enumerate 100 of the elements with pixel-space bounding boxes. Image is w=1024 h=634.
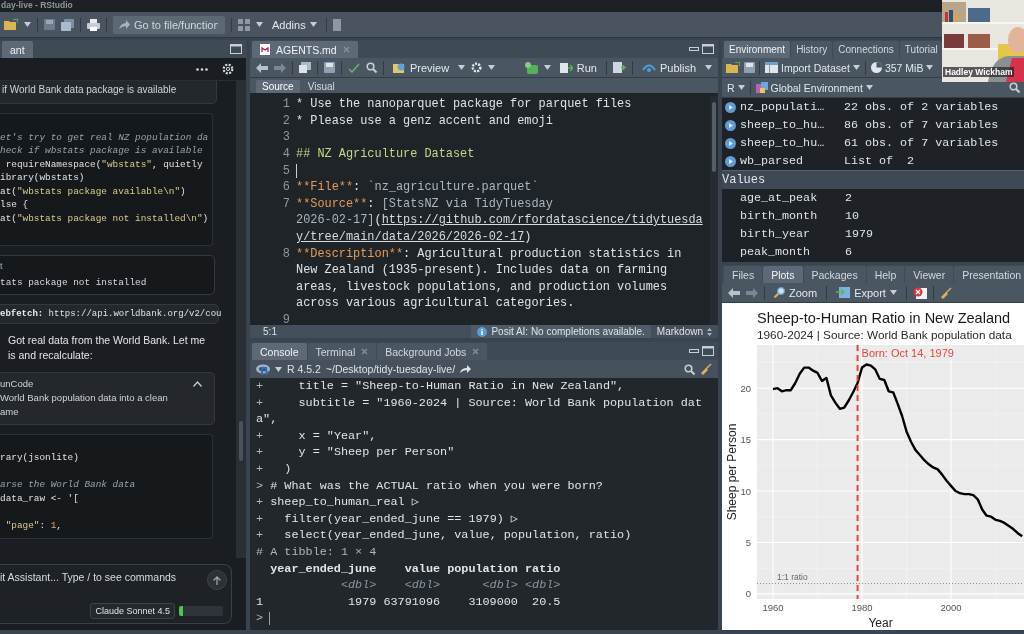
- import-dataset-button[interactable]: Import Dataset: [764, 60, 861, 75]
- panel-icon[interactable]: [332, 18, 341, 31]
- save-icon[interactable]: [324, 62, 335, 73]
- tab[interactable]: Files: [724, 266, 763, 283]
- addins-button[interactable]: Addins: [269, 17, 320, 32]
- scrollbar[interactable]: [236, 81, 246, 558]
- expand-circle-icon[interactable]: [725, 155, 736, 167]
- close-icon[interactable]: [472, 348, 480, 355]
- memory-usage-button[interactable]: 357 MiB: [869, 60, 935, 75]
- maximize-icon[interactable]: [702, 44, 714, 54]
- save-all-icon[interactable]: [61, 18, 74, 31]
- tab[interactable]: Help: [866, 266, 905, 283]
- console-line: a",: [256, 411, 279, 428]
- section-header: Values: [722, 173, 766, 187]
- tab[interactable]: Console: [252, 343, 307, 360]
- show-in-window-icon[interactable]: [299, 62, 311, 73]
- gear-icon[interactable]: [471, 62, 483, 73]
- mode-tab[interactable]: Source: [256, 80, 300, 93]
- go-to-file-field[interactable]: Go to file/function: [113, 15, 225, 34]
- r-logo-icon[interactable]: [256, 363, 270, 375]
- scrollbar[interactable]: [710, 96, 718, 325]
- go-to-directory-icon[interactable]: [460, 365, 472, 373]
- tab[interactable]: Presentation: [954, 266, 1024, 283]
- tab[interactable]: Background Jobs: [377, 343, 488, 360]
- tab[interactable]: Viewer: [905, 266, 954, 283]
- chat-input[interactable]: it Assistant... Type / to see commands Claude Sonnet 4.5: [0, 564, 232, 624]
- environment-dropdown[interactable]: Global Environment: [754, 80, 874, 95]
- table-icon: [765, 62, 778, 73]
- caret-icon[interactable]: [275, 366, 282, 372]
- maximize-icon[interactable]: [702, 346, 714, 356]
- code-line: heck if wbstats package is available: [0, 144, 204, 158]
- delete-plot-icon[interactable]: [912, 286, 927, 299]
- language-selector[interactable]: Markdown: [650, 326, 718, 337]
- line-number: 3: [282, 130, 290, 145]
- insert-chunk-icon[interactable]: [524, 61, 538, 74]
- settings-icon[interactable]: [222, 63, 234, 75]
- expand-circle-icon[interactable]: [725, 119, 736, 131]
- open-folder-icon[interactable]: [4, 19, 18, 30]
- tool-card[interactable]: unCode World Bank population data into a clean ame: [0, 371, 215, 425]
- variable-name[interactable]: sheep_to_hu…: [740, 136, 840, 150]
- minimize-icon[interactable]: [689, 349, 699, 353]
- caret-icon[interactable]: [889, 290, 897, 295]
- caret-icon[interactable]: [705, 65, 712, 70]
- maximize-icon[interactable]: [230, 44, 242, 54]
- mode-tab[interactable]: Visual: [301, 80, 341, 93]
- tab[interactable]: Tutorial: [899, 41, 943, 58]
- print-icon[interactable]: [87, 18, 100, 31]
- minimize-icon[interactable]: [689, 47, 699, 51]
- back-arrow-icon[interactable]: [256, 62, 268, 73]
- run-button[interactable]: Run: [556, 60, 600, 75]
- caret-up-icon[interactable]: [193, 380, 202, 387]
- language-dropdown[interactable]: R: [726, 80, 746, 95]
- search-icon[interactable]: [366, 62, 377, 73]
- caret-icon[interactable]: [852, 65, 860, 70]
- variable-value: 6: [845, 245, 852, 259]
- expand-circle-icon[interactable]: [725, 137, 736, 149]
- save-icon[interactable]: [744, 62, 755, 73]
- tab[interactable]: Connections: [833, 41, 899, 58]
- caret-icon[interactable]: [256, 22, 263, 27]
- export-button[interactable]: Export: [833, 285, 900, 300]
- working-directory[interactable]: ~/Desktop/tidy-tuesday-live/: [325, 363, 456, 375]
- variable-name[interactable]: nz_populati…: [740, 100, 840, 114]
- open-folder-icon[interactable]: [726, 62, 740, 73]
- caret-icon[interactable]: [488, 65, 496, 70]
- broom-icon[interactable]: [939, 286, 952, 299]
- caret-icon[interactable]: [24, 22, 31, 27]
- preview-button[interactable]: Preview: [390, 60, 453, 75]
- more-icon[interactable]: [196, 67, 208, 71]
- console-line: + x = "Year",: [256, 427, 378, 445]
- caret-icon[interactable]: [543, 65, 551, 70]
- grid-icon[interactable]: [238, 18, 250, 31]
- caret-icon[interactable]: [865, 85, 873, 90]
- variable-name[interactable]: sheep_to_hu…: [740, 118, 840, 132]
- search-icon[interactable]: [1009, 82, 1020, 93]
- variable-name[interactable]: wb_parsed: [740, 154, 840, 168]
- tab[interactable]: History: [791, 41, 833, 58]
- expand-circle-icon[interactable]: [725, 101, 736, 113]
- model-selector[interactable]: Claude Sonnet 4.5: [90, 603, 175, 619]
- back-arrow-icon[interactable]: [728, 287, 740, 298]
- compile-icon[interactable]: [612, 62, 626, 73]
- line-number: 8: [282, 246, 290, 261]
- caret-icon[interactable]: [737, 85, 745, 90]
- file-tab[interactable]: AGENTS.md: [252, 41, 358, 58]
- spellcheck-icon[interactable]: [348, 62, 360, 73]
- tab[interactable]: Environment: [724, 41, 791, 58]
- tab[interactable]: Packages: [803, 266, 866, 283]
- line-number: 9: [282, 313, 290, 325]
- search-icon[interactable]: [684, 363, 695, 375]
- zoom-button[interactable]: Zoom: [771, 285, 821, 300]
- send-button[interactable]: [207, 570, 227, 590]
- magnifier-icon: [774, 287, 785, 298]
- broom-icon[interactable]: [700, 363, 712, 375]
- tab[interactable]: ant: [2, 41, 33, 58]
- caret-icon[interactable]: [926, 65, 934, 70]
- publish-button[interactable]: Publish: [638, 60, 699, 75]
- caret-icon[interactable]: [458, 65, 466, 70]
- tab[interactable]: Plots: [763, 266, 803, 283]
- tab[interactable]: Terminal: [307, 343, 377, 360]
- caret-icon[interactable]: [309, 22, 317, 27]
- close-icon[interactable]: [361, 348, 369, 355]
